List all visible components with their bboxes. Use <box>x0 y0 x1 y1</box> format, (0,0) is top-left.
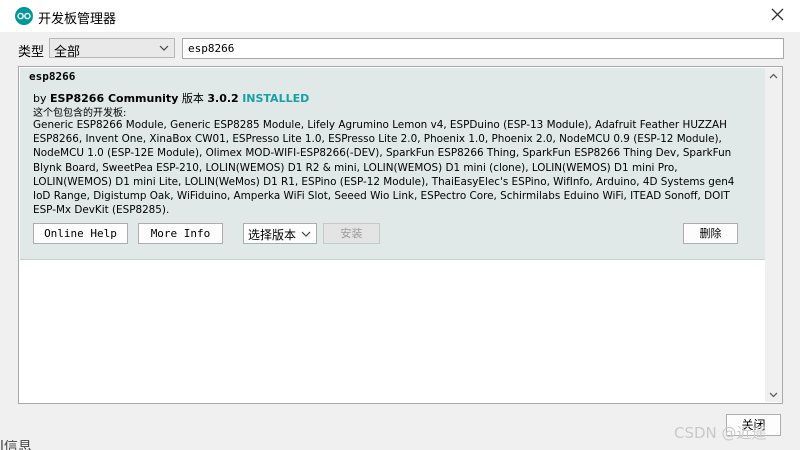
version-select-value: 选择版本 <box>248 228 297 242</box>
search-input-value: esp8266 <box>188 42 235 55</box>
chevron-down-icon <box>159 45 169 51</box>
chevron-down-icon <box>301 231 311 237</box>
boards-included-label: 这个包包含的开发板: <box>33 108 127 119</box>
board-version: 3.0.2 <box>207 92 239 105</box>
board-name: esp8266 <box>29 70 76 83</box>
remove-button[interactable]: 删除 <box>683 223 738 244</box>
type-select[interactable]: 全部 <box>49 38 175 60</box>
type-label: 类型 <box>18 45 45 60</box>
background-text: l信息 <box>0 440 32 450</box>
version-label: 版本 <box>181 92 204 105</box>
window-title: 开发板管理器 <box>38 12 117 27</box>
boards-list-text: Generic ESP8266 Module, Generic ESP8285 … <box>33 119 735 217</box>
version-select[interactable]: 选择版本 <box>243 223 317 244</box>
install-button[interactable]: 安装 <box>323 223 380 244</box>
scroll-up-icon[interactable] <box>769 73 778 79</box>
vertical-scrollbar[interactable] <box>765 68 782 402</box>
online-help-button[interactable]: Online Help <box>33 223 128 244</box>
type-select-value: 全部 <box>54 45 81 60</box>
board-entry[interactable]: esp8266 by ESP8266 Community 版本 3.0.2 IN… <box>20 68 765 260</box>
arduino-icon <box>15 7 33 25</box>
more-info-button[interactable]: More Info <box>138 223 223 244</box>
scroll-down-icon[interactable] <box>769 392 778 398</box>
search-input[interactable]: esp8266 <box>182 38 784 59</box>
boards-manager-window: 开发板管理器 类型 全部 esp8266 esp8266 by ESP8266 … <box>0 0 800 450</box>
close-window-button[interactable] <box>760 0 796 30</box>
status-badge: INSTALLED <box>242 92 310 105</box>
title-bar: 开发板管理器 <box>0 0 800 32</box>
close-icon <box>771 8 784 21</box>
watermark: CSDN @近遥 <box>674 424 767 442</box>
board-list: esp8266 by ESP8266 Community 版本 3.0.2 IN… <box>18 66 783 404</box>
